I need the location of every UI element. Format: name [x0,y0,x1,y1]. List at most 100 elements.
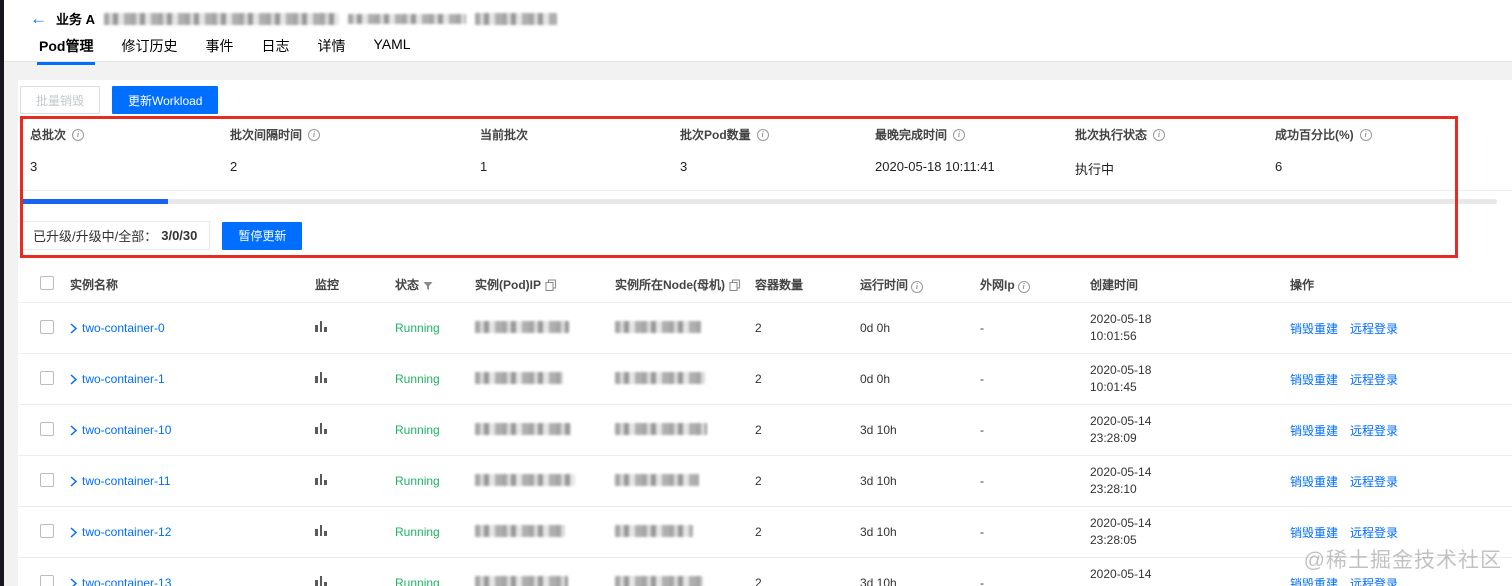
monitor-chart-icon[interactable] [315,423,327,434]
batch-update-panel: 总批次 i 批次间隔时间 i 当前批次 批次Pod数量 i 最晚完成时间 i 批次执行状… [18,117,1512,266]
batch-destroy-button[interactable]: 批量销毁 [20,86,101,114]
col-operations: 操作 [1290,278,1315,292]
destroy-rebuild-link[interactable]: 销毁重建 [1290,526,1338,540]
redacted-workload-name [104,12,340,25]
destroy-rebuild-link[interactable]: 销毁重建 [1290,373,1338,387]
info-icon[interactable]: i [308,128,321,141]
upgrade-summary: 已升级/升级中/全部： 3/0/30 [20,221,211,250]
info-icon[interactable]: i [1153,128,1166,141]
stat-value-current-batch: 1 [480,159,488,174]
remote-login-link[interactable]: 远程登录 [1350,373,1398,387]
remote-login-link[interactable]: 远程登录 [1350,322,1398,336]
status-badge: Running [395,321,440,335]
stat-value-batch-exec-status: 执行中 [1075,162,1115,177]
tab-logs[interactable]: 日志 [259,33,291,65]
row-checkbox[interactable] [40,421,54,436]
stat-label-success-percent: 成功百分比(%) i [1275,126,1512,143]
stat-value-batch-pod-count: 3 [680,159,688,174]
pause-update-button[interactable]: 暂停更新 [222,221,303,250]
select-all-checkbox[interactable] [40,276,54,290]
batch-stats-values: 3 2 1 3 2020-05-18 10:11:41 执行中 6 [18,159,1512,178]
collapsed-sidebar-strip [0,0,4,586]
status-badge: Running [395,474,440,488]
created-time: 2020-05-14 23:28:10 [1082,455,1282,507]
col-created-time: 创建时间 [1090,278,1139,292]
col-container-count: 容器数量 [755,278,804,292]
destroy-rebuild-link[interactable]: 销毁重建 [1290,577,1338,586]
chevron-right-icon[interactable] [70,322,77,334]
redacted-node [615,473,699,486]
pod-name-link[interactable]: two-container-12 [70,525,299,539]
destroy-rebuild-link[interactable]: 销毁重建 [1290,475,1338,489]
col-status: 状态 [387,266,467,303]
col-instance-name: 实例名称 [70,278,119,292]
update-workload-button[interactable]: 更新Workload [112,86,219,114]
upgrade-summary-value: 3/0/30 [161,228,198,243]
info-icon[interactable]: i [756,128,769,141]
redacted-workload-name [348,13,467,24]
status-badge: Running [395,423,440,437]
monitor-chart-icon[interactable] [315,372,327,383]
breadcrumb: ← 业务 A [4,0,1512,28]
redacted-pod-ip [475,422,571,435]
copy-icon[interactable] [545,279,557,292]
row-checkbox[interactable] [40,523,54,538]
chevron-right-icon[interactable] [70,526,77,538]
tab-revision-history[interactable]: 修订历史 [119,33,179,65]
remote-login-link[interactable]: 远程登录 [1350,526,1398,540]
info-icon[interactable]: i [953,128,966,141]
runtime: 3d 10h [852,404,972,456]
copy-icon[interactable] [729,279,741,292]
chevron-right-icon[interactable] [70,373,77,385]
tab-pod-management[interactable]: Pod管理 [37,33,96,65]
status-badge: Running [395,576,440,586]
external-ip: - [972,302,1082,354]
table-row: two-container-12 Running 2 3d 10h - 2020… [18,506,1512,558]
page-title: 业务 A [56,12,96,27]
remote-login-link[interactable]: 远程登录 [1350,577,1398,586]
chevron-right-icon[interactable] [70,424,77,436]
table-header-row: 实例名称 监控 状态 实例(Pod)IP 实例所在Node(母机) 容器数量 运… [18,266,1512,303]
monitor-chart-icon[interactable] [315,321,327,332]
row-checkbox[interactable] [40,370,54,385]
back-arrow-icon[interactable]: ← [30,10,47,27]
destroy-rebuild-link[interactable]: 销毁重建 [1290,424,1338,438]
chevron-right-icon[interactable] [70,475,77,487]
destroy-rebuild-link[interactable]: 销毁重建 [1290,322,1338,336]
info-icon[interactable]: i [911,280,924,293]
filter-funnel-icon[interactable] [423,281,433,291]
stat-label-total-batches: 总批次 i [30,126,230,143]
tab-yaml[interactable]: YAML [371,33,412,65]
pod-name-link[interactable]: two-container-13 [70,576,299,586]
tab-details[interactable]: 详情 [315,33,347,65]
pod-table: 实例名称 监控 状态 实例(Pod)IP 实例所在Node(母机) 容器数量 运… [18,266,1512,586]
pod-name-link[interactable]: two-container-10 [70,423,299,437]
info-icon[interactable]: i [1017,280,1030,293]
stat-value-success-percent: 6 [1275,159,1283,174]
chevron-right-icon[interactable] [70,577,77,586]
monitor-chart-icon[interactable] [315,525,327,536]
container-count: 2 [747,404,852,456]
remote-login-link[interactable]: 远程登录 [1350,475,1398,489]
runtime: 3d 10h [852,455,972,507]
upgrade-progress-bar [20,199,1497,204]
monitor-chart-icon[interactable] [315,576,327,586]
redacted-pod-ip [475,371,563,384]
tab-events[interactable]: 事件 [203,33,235,65]
created-time: 2020-05-18 10:01:56 [1082,302,1282,354]
col-node: 实例所在Node(母机) [607,266,747,303]
row-checkbox[interactable] [40,472,54,487]
monitor-chart-icon[interactable] [315,474,327,485]
pod-name-link[interactable]: two-container-0 [70,321,299,335]
runtime: 0d 0h [852,353,972,405]
info-icon[interactable]: i [1359,128,1372,141]
row-checkbox[interactable] [40,574,54,586]
container-count: 2 [747,302,852,354]
pod-name-link[interactable]: two-container-1 [70,372,299,386]
created-time: 2020-05-14 23:28:09 [1082,404,1282,456]
pod-name-link[interactable]: two-container-11 [70,474,299,488]
info-icon[interactable]: i [72,128,85,141]
remote-login-link[interactable]: 远程登录 [1350,424,1398,438]
row-checkbox[interactable] [40,319,54,334]
stat-label-batch-pod-count: 批次Pod数量 i [680,126,875,143]
